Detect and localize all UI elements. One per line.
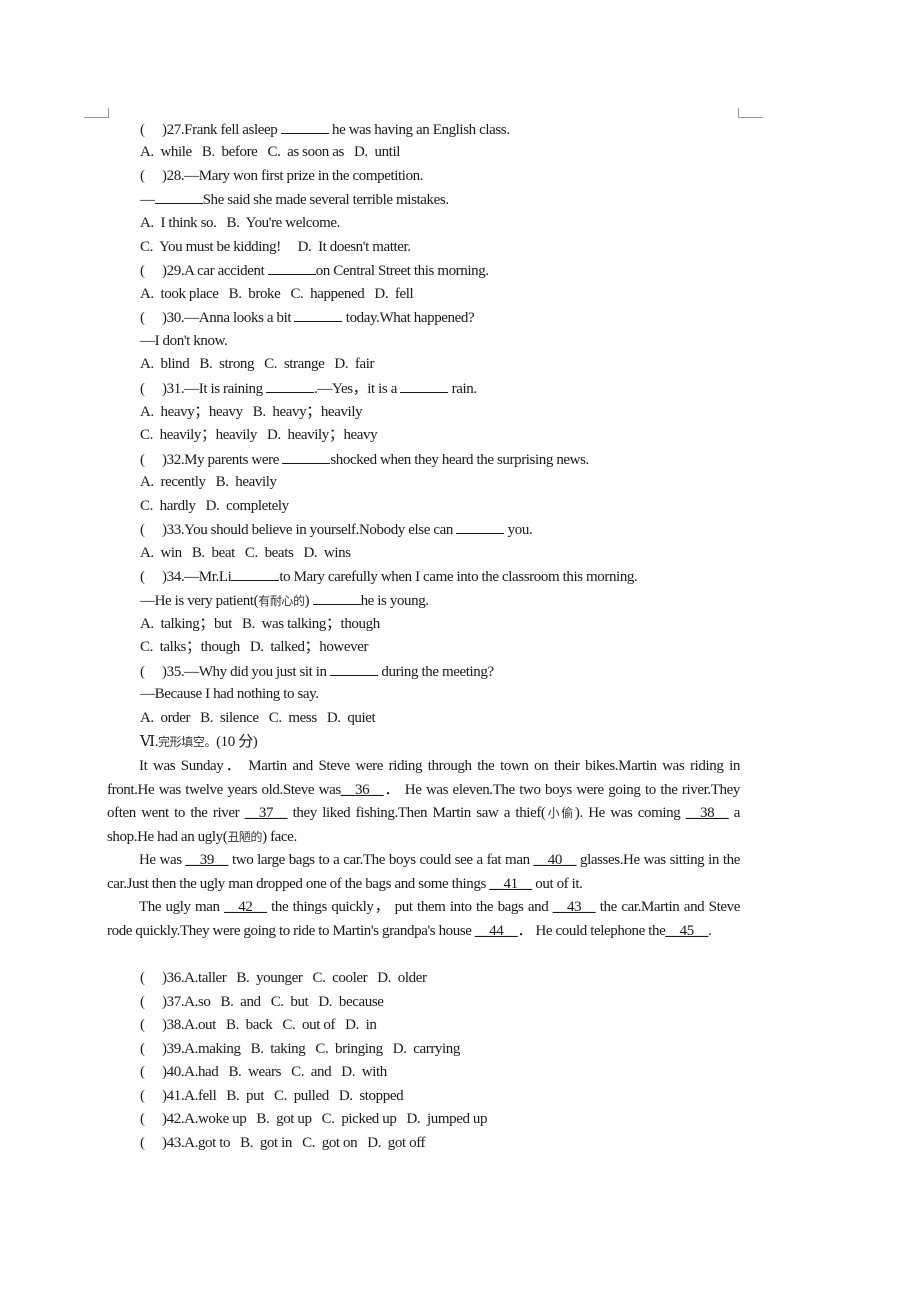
question-33-stem: ()33.You should believe in yourself.Nobo… [140,519,533,540]
question-31-stem: ()31.—It is raining .—Yes，it is a rain. [140,378,477,399]
cloze-question-39: ()39.A.making B. taking C. bringing D. c… [140,1041,460,1057]
question-27-options: A. while B. before C. as soon as D. unti… [140,144,400,160]
question-34-stem: ()34.—Mr.Li to Mary carefully when I came… [140,566,638,587]
answer-blank [231,566,280,581]
question-32-options-2: C. hardly D. completely [140,498,289,514]
question-30-options: A. blind B. strong C. strange D. fair [140,356,375,372]
question-27-stem: ()27.Frank fell asleep he was having an … [140,119,510,140]
question-33-options: A. win B. beat C. beats D. wins [140,545,351,561]
question-32-stem: ()32.My parents were shocked when they h… [140,449,589,470]
question-28-options-1: A. I think so. B. You're welcome. [140,215,340,231]
answer-blank [400,378,449,393]
answer-blank [294,307,343,322]
question-34-options-1: A. talking；but B. was talking；though [140,616,380,632]
question-28-stem: ()28.—Mary won first prize in the compet… [140,168,424,184]
question-28-options-2: C. You must be kidding! D. It doesn't ma… [140,239,411,255]
page-corner-mark-top-right [738,108,763,118]
answer-blank [456,519,505,534]
cloze-question-43: ()43.A.got to B. got in C. got on D. got… [140,1135,426,1151]
answer-blank [282,449,331,464]
passage-paragraph-3: The ugly man __42__ the things quickly， … [107,899,741,939]
cloze-question-36: ()36.A.taller B. younger C. cooler D. ol… [140,970,427,986]
question-35-reply: —Because I had nothing to say. [140,686,319,702]
question-35-options: A. order B. silence C. mess D. quiet [140,710,376,726]
answer-blank [266,378,315,393]
cloze-question-40: ()40.A.had B. wears C. and D. with [140,1064,387,1080]
question-30-reply: —I don't know. [140,333,228,349]
question-31-options-1: A. heavy；heavy B. heavy；heavily [140,404,363,420]
section-heading: Ⅵ.完形填空。(10 分) [140,734,258,750]
cloze-question-41: ()41.A.fell B. put C. pulled D. stopped [140,1088,404,1104]
answer-blank [330,661,379,676]
answer-blank [280,119,329,134]
cloze-question-42: ()42.A.woke up B. got up C. picked up D.… [140,1111,488,1127]
passage-paragraph-2: He was __39__ two large bags to a car.Th… [107,852,740,892]
answer-blank [267,260,316,275]
question-34-options-2: C. talks；though D. talked；however [140,639,369,655]
question-28-reply: — She said she made several terrible mist… [140,189,449,210]
cloze-question-38: ()38.A.out B. back C. out of D. in [140,1017,377,1033]
question-35-stem: ()35.—Why did you just sit in during the… [140,661,494,682]
passage-paragraph-1: It was Sunday． Martin and Steve were rid… [107,758,741,845]
question-29-options: A. took place B. broke C. happened D. fe… [140,286,414,302]
question-32-options-1: A. recently B. heavily [140,474,277,490]
answer-blank [154,189,203,204]
question-31-options-2: C. heavily；heavily D. heavily；heavy [140,427,378,443]
answer-blank [312,590,361,605]
question-34-reply: —He is very patient(有耐心的) he is young. [140,590,429,611]
page-corner-mark-top-left [84,108,109,118]
question-30-stem: ()30.—Anna looks a bit today.What happen… [140,307,475,328]
cloze-question-37: ()37.A.so B. and C. but D. because [140,994,384,1010]
question-29-stem: ()29.A car accident on Central Street th… [140,260,489,281]
